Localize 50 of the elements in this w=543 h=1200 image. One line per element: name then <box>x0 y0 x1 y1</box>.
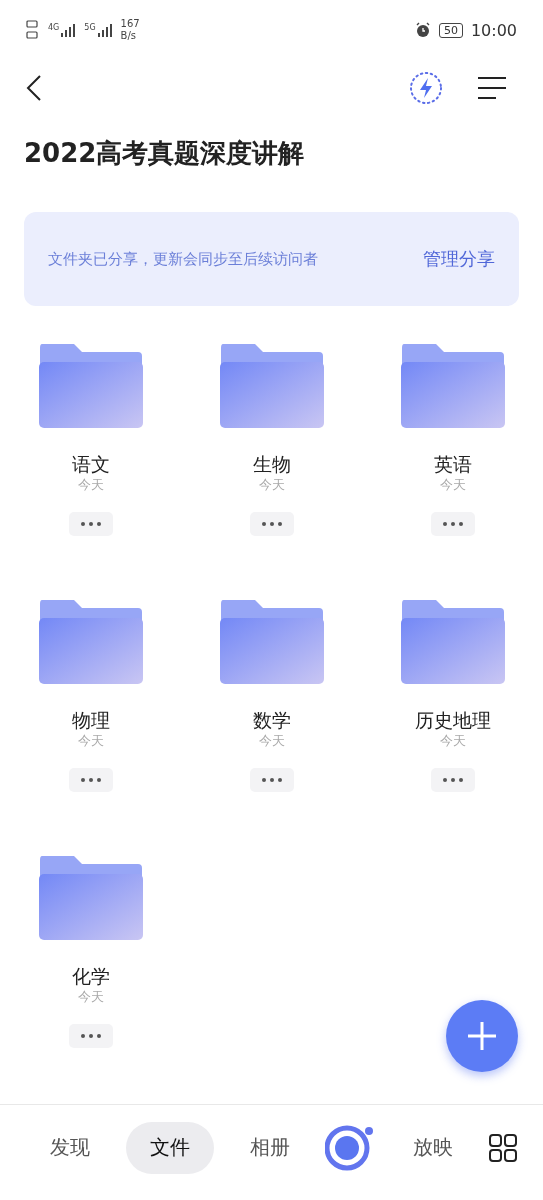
back-icon[interactable] <box>26 75 42 101</box>
nav-tab[interactable]: 放映 <box>389 1121 478 1174</box>
signal-icon <box>96 23 113 37</box>
folder-date: 今天 <box>439 476 466 494</box>
grid-icon[interactable] <box>489 1133 518 1162</box>
folder-icon[interactable] <box>37 856 144 942</box>
menu-icon[interactable] <box>477 76 507 100</box>
network-label: 5G <box>84 23 96 32</box>
folder-date: 今天 <box>77 988 104 1006</box>
folder-title: 2022高考真题深度讲解 <box>24 137 306 170</box>
folder-icon[interactable] <box>399 344 506 430</box>
nav-tab[interactable]: 文件 <box>125 1121 214 1174</box>
plus-icon <box>467 1021 497 1051</box>
nav-tab[interactable]: 相册 <box>225 1121 314 1174</box>
folder-icon[interactable] <box>399 600 506 686</box>
folder-name[interactable]: 生物 <box>252 452 291 476</box>
folder-name[interactable]: 数学 <box>252 708 291 732</box>
folder-icon[interactable] <box>218 344 325 430</box>
network-label: 4G <box>48 23 60 32</box>
folder-date: 今天 <box>77 476 104 494</box>
more-button[interactable] <box>249 512 294 536</box>
alarm-icon <box>414 22 431 38</box>
battery-indicator: 50 <box>438 22 463 38</box>
more-button[interactable] <box>249 768 294 792</box>
folder-date: 今天 <box>77 732 104 750</box>
more-button[interactable] <box>430 768 475 792</box>
more-button[interactable] <box>68 768 113 792</box>
folder-icon[interactable] <box>37 600 144 686</box>
lightning-icon[interactable] <box>409 71 443 105</box>
speed-unit: B/s <box>120 30 138 42</box>
signal-icon <box>60 23 77 37</box>
more-button[interactable] <box>430 512 475 536</box>
folder-name[interactable]: 语文 <box>71 452 110 476</box>
folder-date: 今天 <box>258 476 285 494</box>
speed-value: 167 <box>120 18 140 30</box>
folder-name[interactable]: 历史地理 <box>414 708 491 732</box>
nav-tab[interactable]: 发现 <box>25 1121 114 1174</box>
folder-name[interactable]: 物理 <box>71 708 110 732</box>
share-notice: 文件夹已分享，更新会同步至后续访问者 <box>48 249 318 269</box>
folder-name[interactable]: 英语 <box>433 452 472 476</box>
clock-time: 10:00 <box>470 20 517 40</box>
add-button[interactable] <box>446 1000 518 1072</box>
folder-date: 今天 <box>439 732 466 750</box>
more-button[interactable] <box>68 512 113 536</box>
folder-name[interactable]: 化学 <box>71 964 110 988</box>
folder-date: 今天 <box>258 732 285 750</box>
folder-icon[interactable] <box>37 344 144 430</box>
folder-icon[interactable] <box>218 600 325 686</box>
manage-share-link[interactable]: 管理分享 <box>423 247 495 271</box>
more-button[interactable] <box>68 1024 113 1048</box>
